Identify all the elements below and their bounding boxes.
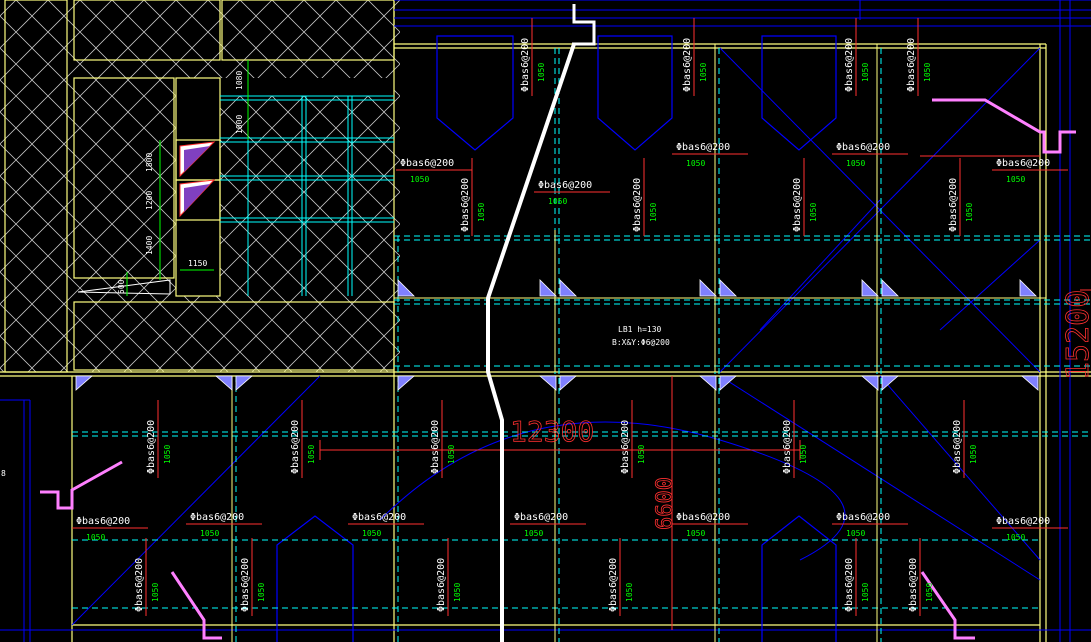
dim-1400: 1400	[145, 236, 154, 255]
rebar-label: Φbas6@200	[844, 558, 855, 612]
rebar-label: Φbas6@200	[538, 180, 592, 191]
rebar-value: 1050	[1006, 175, 1025, 184]
rebar-value: 1050	[524, 529, 543, 538]
rebar-value: 1050	[410, 175, 429, 184]
rebar-value: 1050	[362, 529, 381, 538]
rebar-value: 1050	[307, 445, 316, 464]
rebar-value: 1050	[686, 159, 705, 168]
rebar-value: 1050	[257, 583, 266, 602]
slab-name: LB1 h=130	[618, 325, 662, 334]
rebar-label: Φbas6@200	[682, 38, 693, 92]
rebar-value: 1050	[799, 445, 808, 464]
rebar-label: Φbas6@200	[676, 512, 730, 523]
rebar-label: Φbas6@200	[436, 558, 447, 612]
rebar-label: Φbas6@200	[952, 420, 963, 474]
rebar-value: 1050	[925, 583, 934, 602]
rebar-value: 1050	[861, 63, 870, 82]
dim-1000: 1000	[235, 115, 244, 134]
rebar-label: Φbas6@200	[620, 420, 631, 474]
rebar-label: Φbas6@200	[948, 178, 959, 232]
rebar-value: 1050	[969, 445, 978, 464]
rebar-label: Φbas6@200	[134, 558, 145, 612]
rebar-label: Φbas6@200	[632, 178, 643, 232]
rebar-label: Φbas6@200	[76, 516, 130, 527]
rebar-label: Φbas6@200	[190, 512, 244, 523]
dim-1200: 1200	[145, 191, 154, 210]
rebar-label: Φbas6@200	[782, 420, 793, 474]
rebar-value: 1050	[447, 445, 456, 464]
rebar-label: Φbas6@200	[844, 38, 855, 92]
rebar-value: 1050	[200, 529, 219, 538]
rebar-value: 1050	[686, 529, 705, 538]
rebar-value: 1050	[965, 203, 974, 222]
rebar-value: 1050	[625, 583, 634, 602]
rebar-value: 1050	[548, 197, 567, 206]
dim-1800: 1800	[145, 153, 154, 172]
rebar-label: Φbas6@200	[290, 420, 301, 474]
rebar-value: 1050	[923, 63, 932, 82]
rebar-label: Φbas6@200	[352, 512, 406, 523]
rebar-value: 1050	[699, 63, 708, 82]
rebar-label: Φbas6@200	[908, 558, 919, 612]
rebar-value: 1050	[86, 533, 105, 542]
rebar-label: Φbas6@200	[906, 38, 917, 92]
rebar-label: Φbas6@200	[240, 558, 251, 612]
rebar-value: 1050	[477, 203, 486, 222]
span-x-label: 12300	[510, 415, 594, 448]
rebar-value: 1050	[151, 583, 160, 602]
rebar-label: Φbas6@200	[676, 142, 730, 153]
rebar-label: Φbas6@200	[996, 516, 1050, 527]
rebar-value: 1050	[861, 583, 870, 602]
slab-spec: B:X&Y:Φ6@200	[612, 338, 670, 347]
rebar-label: Φbas6@200	[608, 558, 619, 612]
rebar-value: 1050	[637, 445, 646, 464]
rebar-label: Φbas6@200	[430, 420, 441, 474]
cad-floor-plan[interactable]: 1080 1000 1800 1200 1400 1150 500 12300 …	[0, 0, 1091, 642]
rebar-label: Φbas6@200	[836, 142, 890, 153]
rebar-label: Φbas6@200	[996, 158, 1050, 169]
rebar-value: 1050	[649, 203, 658, 222]
span-right-label: 15200	[1061, 290, 1091, 380]
rebar-label: Φbas6@200	[520, 38, 531, 92]
rebar-value: 1050	[537, 63, 546, 82]
rebar-value: 1050	[809, 203, 818, 222]
rebar-value: 1050	[453, 583, 462, 602]
span-y-label: 6600	[653, 477, 678, 530]
rebar-label: Φbas6@200	[792, 178, 803, 232]
edge-mark-left: 8	[1, 469, 6, 478]
dim-500: 500	[117, 279, 126, 294]
rebar-value: 1050	[1006, 533, 1025, 542]
rebar-label: Φbas6@200	[514, 512, 568, 523]
dim-1080: 1080	[235, 71, 244, 90]
rebar-value: 1050	[163, 445, 172, 464]
rebar-label: Φbas6@200	[836, 512, 890, 523]
rebar-value: 1050	[846, 529, 865, 538]
rebar-label: Φbas6@200	[460, 178, 471, 232]
rebar-label: Φbas6@200	[400, 158, 454, 169]
dim-1150: 1150	[188, 259, 207, 268]
rebar-value: 1050	[846, 159, 865, 168]
rebar-label: Φbas6@200	[146, 420, 157, 474]
